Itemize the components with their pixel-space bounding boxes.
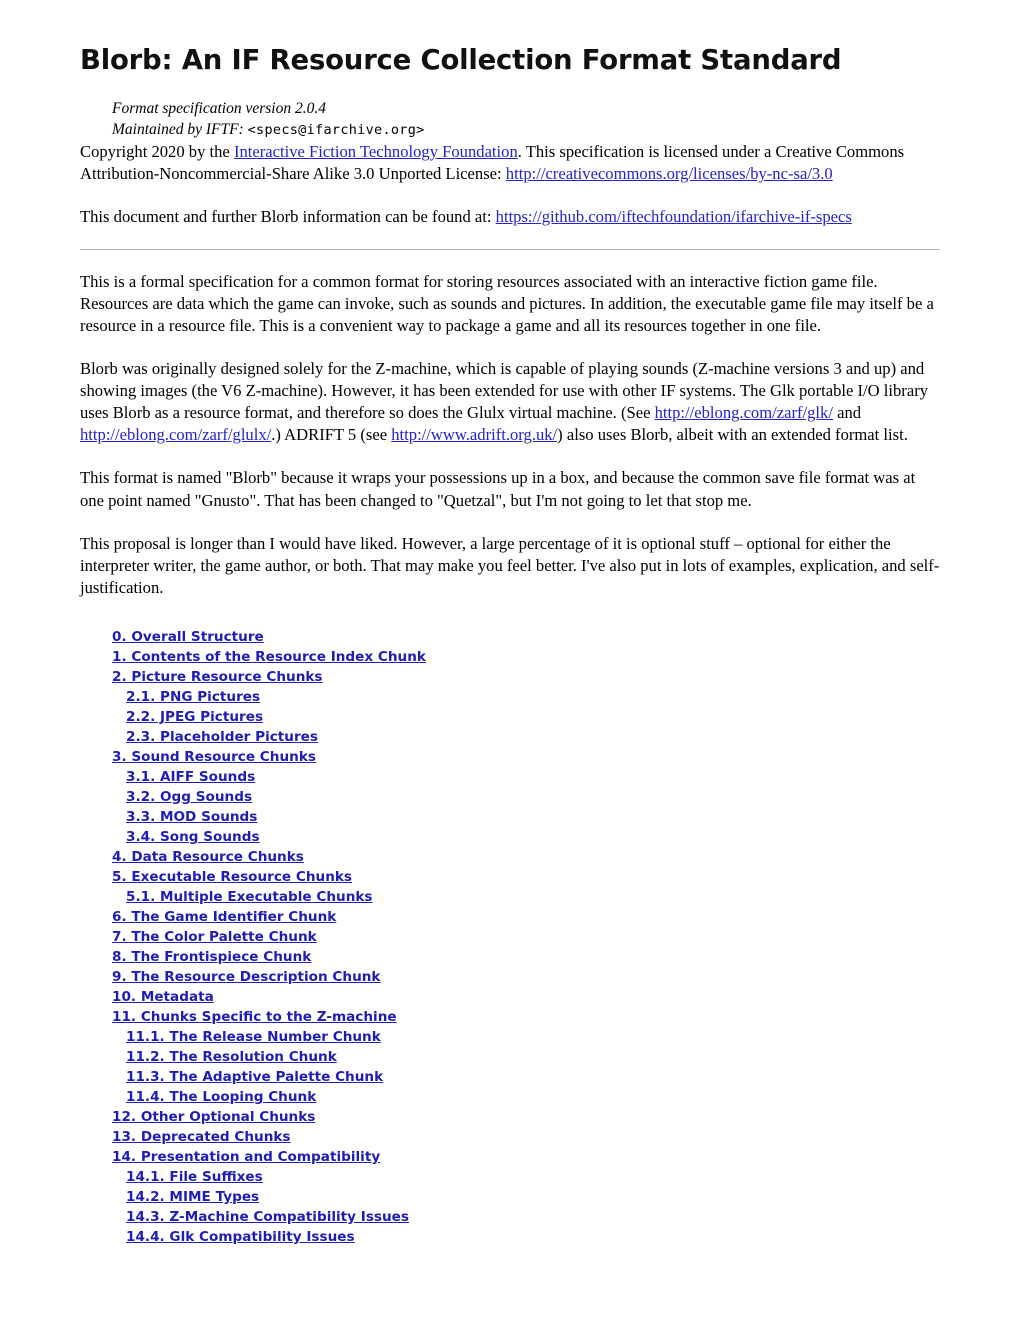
history-text-c: .) ADRIFT 5 (see	[271, 425, 392, 445]
naming-paragraph: This format is named "Blorb" because it …	[80, 468, 916, 510]
toc-row: 3.3. MOD Sounds	[112, 807, 940, 827]
spec-subtitle-block: Format specification version 2.0.4 Maint…	[112, 99, 940, 141]
toc-row: 2.3. Placeholder Pictures	[112, 727, 940, 747]
proposal-paragraph: This proposal is longer than I would hav…	[80, 533, 940, 597]
toc-row: 3.1. AIFF Sounds	[112, 767, 940, 787]
toc-row: 0. Overall Structure	[112, 627, 940, 647]
page-title: Blorb: An IF Resource Collection Format …	[80, 44, 842, 76]
toc-row: 2. Picture Resource Chunks	[112, 667, 940, 687]
toc-link-28[interactable]: 14.2. MIME Types	[126, 1189, 259, 1205]
toc-row: 5. Executable Resource Chunks	[112, 867, 940, 887]
toc-link-14[interactable]: 6. The Game Identifier Chunk	[112, 909, 336, 925]
toc-link-5[interactable]: 2.3. Placeholder Pictures	[126, 729, 318, 745]
copyright-paragraph: Copyright 2020 by the Interactive Fictio…	[80, 141, 940, 185]
toc-link-27[interactable]: 14.1. File Suffixes	[126, 1169, 263, 1185]
toc-row: 11.2. The Resolution Chunk	[112, 1047, 940, 1067]
toc-link-24[interactable]: 12. Other Optional Chunks	[112, 1109, 315, 1125]
toc-row: 14. Presentation and Compatibility	[112, 1147, 940, 1167]
maintainer-label: Maintained by IFTF:	[112, 120, 244, 138]
toc-link-15[interactable]: 7. The Color Palette Chunk	[112, 929, 317, 945]
toc-link-13[interactable]: 5.1. Multiple Executable Chunks	[126, 889, 373, 905]
toc-link-23[interactable]: 11.4. The Looping Chunk	[126, 1089, 316, 1105]
toc-row: 3.4. Song Sounds	[112, 827, 940, 847]
toc-link-25[interactable]: 13. Deprecated Chunks	[112, 1129, 291, 1145]
toc-link-6[interactable]: 3. Sound Resource Chunks	[112, 749, 316, 765]
toc-link-9[interactable]: 3.3. MOD Sounds	[126, 809, 257, 825]
toc-row: 6. The Game Identifier Chunk	[112, 907, 940, 927]
toc-link-1[interactable]: 1. Contents of the Resource Index Chunk	[112, 649, 426, 665]
github-specs-link[interactable]: https://github.com/iftechfoundation/ifar…	[496, 207, 852, 226]
license-link[interactable]: http://creativecommons.org/licenses/by-n…	[506, 164, 833, 183]
toc-row: 14.1. File Suffixes	[112, 1167, 940, 1187]
copyright-prefix: Copyright 2020 by the	[80, 141, 234, 161]
table-of-contents: 0. Overall Structure 1. Contents of the R…	[112, 627, 940, 1247]
toc-link-0[interactable]: 0. Overall Structure	[112, 629, 264, 645]
toc-link-12[interactable]: 5. Executable Resource Chunks	[112, 869, 352, 885]
toc-row: 2.1. PNG Pictures	[112, 687, 940, 707]
toc-row: 4. Data Resource Chunks	[112, 847, 940, 867]
toc-link-3[interactable]: 2.1. PNG Pictures	[126, 689, 260, 705]
toc-row: 3. Sound Resource Chunks	[112, 747, 940, 767]
found-at-prefix: This document and further Blorb informat…	[80, 206, 496, 226]
toc-link-26[interactable]: 14. Presentation and Compatibility	[112, 1149, 380, 1165]
toc-link-10[interactable]: 3.4. Song Sounds	[126, 829, 260, 845]
toc-link-4[interactable]: 2.2. JPEG Pictures	[126, 709, 263, 725]
toc-link-8[interactable]: 3.2. Ogg Sounds	[126, 789, 252, 805]
toc-link-2[interactable]: 2. Picture Resource Chunks	[112, 669, 323, 685]
glk-link[interactable]: http://eblong.com/zarf/glk/	[655, 403, 833, 422]
toc-row: 14.4. Glk Compatibility Issues	[112, 1227, 940, 1247]
toc-row: 11.1. The Release Number Chunk	[112, 1027, 940, 1047]
toc-row: 5.1. Multiple Executable Chunks	[112, 887, 940, 907]
toc-link-21[interactable]: 11.2. The Resolution Chunk	[126, 1049, 337, 1065]
history-text-b: and	[832, 403, 862, 423]
toc-row: 11.4. The Looping Chunk	[112, 1087, 940, 1107]
toc-link-22[interactable]: 11.3. The Adaptive Palette Chunk	[126, 1069, 383, 1085]
toc-row: 10. Metadata	[112, 987, 940, 1007]
section-divider	[80, 249, 940, 251]
iftf-link[interactable]: Interactive Fiction Technology Foundatio…	[234, 142, 518, 161]
toc-row: 9. The Resource Description Chunk	[112, 967, 940, 987]
toc-row: 2.2. JPEG Pictures	[112, 707, 940, 727]
toc-link-11[interactable]: 4. Data Resource Chunks	[112, 849, 304, 865]
toc-row: 12. Other Optional Chunks	[112, 1107, 940, 1127]
history-text-d: ) also uses Blorb, albeit with an extend…	[557, 425, 908, 445]
spec-version-line: Format specification version 2.0.4	[112, 100, 326, 117]
glulx-link[interactable]: http://eblong.com/zarf/glulx/	[80, 425, 271, 444]
toc-link-18[interactable]: 10. Metadata	[112, 989, 214, 1005]
toc-link-17[interactable]: 9. The Resource Description Chunk	[112, 969, 380, 985]
toc-row: 7. The Color Palette Chunk	[112, 927, 940, 947]
maintainer-line: Maintained by IFTF: <specs@ifarchive.org…	[112, 120, 940, 141]
toc-link-20[interactable]: 11.1. The Release Number Chunk	[126, 1029, 381, 1045]
toc-link-29[interactable]: 14.3. Z-Machine Compatibility Issues	[126, 1209, 409, 1225]
toc-row: 11. Chunks Specific to the Z-machine	[112, 1007, 940, 1027]
maintainer-email: <specs@ifarchive.org>	[247, 121, 425, 138]
toc-row: 1. Contents of the Resource Index Chunk	[112, 647, 940, 667]
toc-link-7[interactable]: 3.1. AIFF Sounds	[126, 769, 255, 785]
toc-row: 8. The Frontispiece Chunk	[112, 947, 940, 967]
toc-row: 3.2. Ogg Sounds	[112, 787, 940, 807]
intro-paragraph: This is a formal specification for a com…	[80, 272, 934, 336]
toc-link-16[interactable]: 8. The Frontispiece Chunk	[112, 949, 311, 965]
toc-row: 11.3. The Adaptive Palette Chunk	[112, 1067, 940, 1087]
toc-row: 14.2. MIME Types	[112, 1187, 940, 1207]
adrift-link[interactable]: http://www.adrift.org.uk/	[391, 425, 557, 444]
found-at-paragraph: This document and further Blorb informat…	[80, 206, 940, 228]
toc-link-30[interactable]: 14.4. Glk Compatibility Issues	[126, 1229, 355, 1245]
document-page: Blorb: An IF Resource Collection Format …	[0, 0, 1020, 1320]
toc-row: 14.3. Z-Machine Compatibility Issues	[112, 1207, 940, 1227]
history-paragraph: Blorb was originally designed solely for…	[80, 358, 940, 446]
toc-row: 13. Deprecated Chunks	[112, 1127, 940, 1147]
toc-link-19[interactable]: 11. Chunks Specific to the Z-machine	[112, 1009, 397, 1025]
